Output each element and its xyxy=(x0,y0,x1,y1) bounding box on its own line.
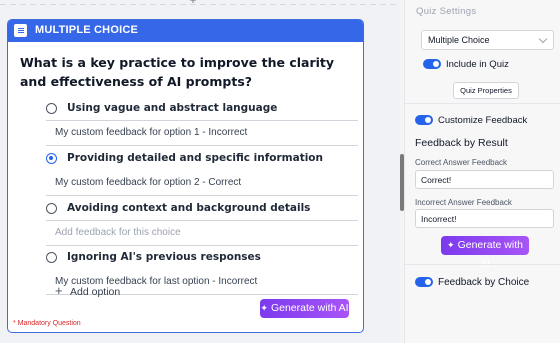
radio-button-selected[interactable] xyxy=(46,153,57,164)
customize-feedback-toggle[interactable] xyxy=(415,115,433,125)
plus-icon[interactable]: + xyxy=(187,0,199,6)
question-type-header: MULTIPLE CHOICE xyxy=(8,20,363,42)
feedback-by-choice-toggle[interactable] xyxy=(415,277,433,287)
panel-title: Quiz Settings xyxy=(416,6,477,17)
incorrect-feedback-label: Incorrect Answer Feedback xyxy=(415,198,512,207)
divider xyxy=(405,103,560,104)
question-type-select[interactable]: Multiple Choice xyxy=(421,30,554,50)
answer-option[interactable]: Avoiding context and background details xyxy=(46,202,356,218)
quiz-settings-panel: Quiz Settings Multiple Choice Include in… xyxy=(404,0,560,343)
correct-feedback-label: Correct Answer Feedback xyxy=(415,158,508,167)
customize-feedback-label: Customize Feedback xyxy=(438,115,528,126)
divider xyxy=(46,120,358,121)
quiz-properties-button[interactable]: Quiz Properties xyxy=(453,82,519,99)
question-type-label: MULTIPLE CHOICE xyxy=(35,24,139,36)
option-feedback[interactable]: My custom feedback for option 1 - Incorr… xyxy=(55,127,357,143)
radio-button[interactable] xyxy=(46,203,57,214)
radio-button[interactable] xyxy=(46,252,57,263)
correct-feedback-input[interactable]: Correct! xyxy=(415,170,554,189)
answer-option[interactable]: Using vague and abstract language xyxy=(46,102,356,118)
generate-with-ai-button[interactable]: ✦ Generate with AI xyxy=(441,236,529,270)
generate-label: Generate with AI xyxy=(457,239,523,270)
option-feedback-placeholder[interactable]: Add feedback for this choice xyxy=(55,227,357,243)
divider xyxy=(46,145,358,146)
incorrect-feedback-input[interactable]: Incorrect! xyxy=(415,209,554,228)
option-label[interactable]: Using vague and abstract language xyxy=(67,102,277,114)
add-option-button[interactable]: Add option xyxy=(70,286,120,298)
feedback-by-result-title: Feedback by Result xyxy=(415,137,508,149)
question-text[interactable]: What is a key practice to improve the cl… xyxy=(20,53,340,91)
feedback-by-choice-label: Feedback by Choice xyxy=(438,277,530,288)
divider xyxy=(405,264,560,265)
plus-icon[interactable]: + xyxy=(55,283,63,298)
sparkle-icon: ✦ xyxy=(260,303,268,313)
mandatory-note: * Mandatory Question xyxy=(13,320,81,327)
radio-button[interactable] xyxy=(46,103,57,114)
answer-option[interactable]: Ignoring AI's previous responses xyxy=(46,251,356,267)
include-in-quiz-toggle[interactable] xyxy=(423,59,441,69)
option-label[interactable]: Avoiding context and background details xyxy=(67,202,310,214)
insert-divider xyxy=(0,4,400,5)
generate-with-ai-button[interactable]: ✦ Generate with AI xyxy=(260,299,349,318)
option-label[interactable]: Ignoring AI's previous responses xyxy=(67,251,261,263)
list-icon xyxy=(14,24,27,37)
divider xyxy=(46,220,358,221)
divider xyxy=(46,245,358,246)
answer-option[interactable]: Providing detailed and specific informat… xyxy=(46,152,356,168)
option-label[interactable]: Providing detailed and specific informat… xyxy=(67,152,323,164)
sparkle-icon: ✦ xyxy=(447,240,455,250)
include-in-quiz-label: Include in Quiz xyxy=(446,59,509,70)
divider xyxy=(46,195,358,196)
option-feedback[interactable]: My custom feedback for option 2 - Correc… xyxy=(55,177,357,193)
generate-label: Generate with AI xyxy=(270,302,349,314)
